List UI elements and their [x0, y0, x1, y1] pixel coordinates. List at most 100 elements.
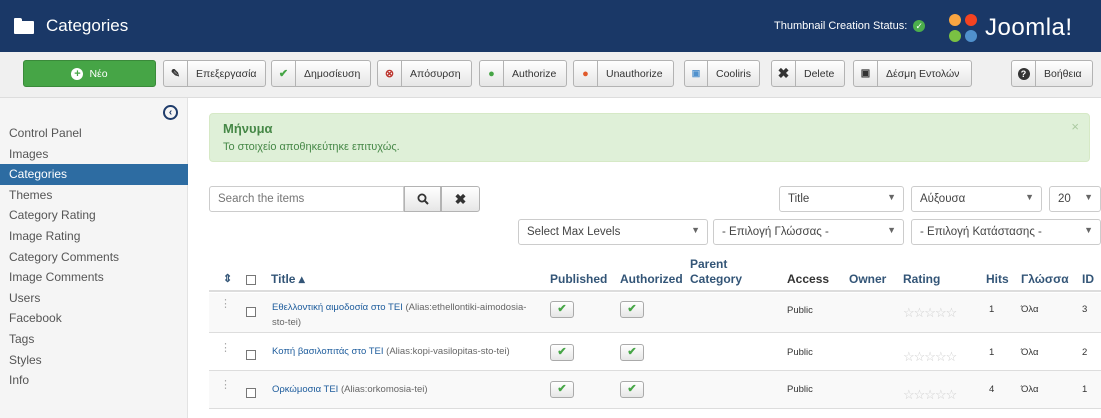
- batch-icon: ▣: [854, 61, 878, 86]
- cooliris-button[interactable]: ▣ Cooliris: [684, 60, 760, 87]
- authorized-toggle[interactable]: ✔: [620, 301, 644, 318]
- sort-direction-value: Αύξουσα: [920, 193, 966, 205]
- alert-heading: Μήνυμα: [223, 121, 273, 136]
- toolbar: + Νέο ✎ Επεξεργασία ✔ Δημοσίευση ⊗ Απόσυ…: [0, 52, 1101, 98]
- sidebar-item-category-rating[interactable]: Category Rating: [0, 205, 188, 226]
- drag-handle-icon[interactable]: ⋮: [220, 297, 231, 310]
- delete-button-label: Delete: [804, 67, 835, 80]
- sort-field-select[interactable]: Title ▼: [779, 186, 904, 212]
- edit-button[interactable]: ✎ Επεξεργασία: [163, 60, 266, 87]
- search-input[interactable]: [209, 186, 404, 212]
- clear-search-button[interactable]: ✖: [441, 186, 480, 212]
- chevron-down-icon: ▼: [1084, 192, 1093, 202]
- column-title[interactable]: Title ▴: [271, 272, 305, 286]
- sidebar: ‹ Control Panel Images Categories Themes…: [0, 98, 188, 418]
- column-published[interactable]: Published: [550, 272, 607, 286]
- column-owner[interactable]: Owner: [849, 272, 886, 286]
- search-button[interactable]: [404, 186, 441, 212]
- check-icon: ✔: [272, 61, 296, 86]
- delete-button[interactable]: ✖ Delete: [771, 60, 845, 87]
- help-button-label: Βοήθεια: [1044, 67, 1082, 80]
- published-toggle[interactable]: ✔: [550, 381, 574, 398]
- row-language: Όλα: [1021, 347, 1039, 358]
- authorize-button[interactable]: ● Authorize: [479, 60, 567, 87]
- publish-button[interactable]: ✔ Δημοσίευση: [271, 60, 371, 87]
- row-hits: 1: [989, 304, 995, 315]
- status-ok-icon: ✓: [913, 20, 926, 32]
- drag-handle-icon[interactable]: ⋮: [220, 341, 231, 354]
- sidebar-item-info[interactable]: Info: [0, 370, 188, 391]
- joomla-logo[interactable]: Joomla!: [946, 11, 1073, 45]
- sidebar-item-image-comments[interactable]: Image Comments: [0, 267, 188, 288]
- row-alias-cont: sto-tei): [272, 317, 302, 328]
- sidebar-item-facebook[interactable]: Facebook: [0, 308, 188, 329]
- unpublish-button[interactable]: ⊗ Απόσυρση: [377, 60, 472, 87]
- table-row: ⋮ Ορκώμοσια ΤΕΙ (Alias:orkomosia-tei) ✔ …: [209, 371, 1101, 409]
- chevron-down-icon: ▼: [1025, 192, 1034, 202]
- table-row: ⋮ Εθελλοντική αιμοδοσία στο ΤΕΙ (Alias:e…: [209, 293, 1101, 333]
- new-button[interactable]: + Νέο: [23, 60, 156, 87]
- column-access[interactable]: Access: [787, 272, 829, 286]
- sidebar-item-categories[interactable]: Categories: [0, 164, 188, 185]
- page-title-text: Categories: [46, 16, 129, 35]
- edit-button-label: Επεξεργασία: [196, 67, 257, 80]
- edit-icon: ✎: [164, 61, 188, 86]
- sidebar-item-category-comments[interactable]: Category Comments: [0, 247, 188, 268]
- language-value: - Επιλογή Γλώσσας -: [722, 226, 829, 238]
- authorized-toggle[interactable]: ✔: [620, 381, 644, 398]
- drag-handle-icon[interactable]: ⋮: [220, 378, 231, 391]
- batch-button-label: Δέσμη Εντολών: [886, 67, 960, 80]
- state-select[interactable]: - Επιλογή Κατάστασης - ▼: [911, 219, 1101, 245]
- sidebar-item-images[interactable]: Images: [0, 144, 188, 165]
- max-levels-value: Select Max Levels: [527, 226, 621, 238]
- row-title-cell: Ορκώμοσια ΤΕΙ (Alias:orkomosia-tei): [272, 384, 532, 395]
- row-checkbox[interactable]: [246, 307, 256, 317]
- row-checkbox[interactable]: [246, 350, 256, 360]
- row-hits: 1: [989, 347, 995, 358]
- chevron-down-icon: ▼: [887, 192, 896, 202]
- published-toggle[interactable]: ✔: [550, 344, 574, 361]
- authorized-toggle[interactable]: ✔: [620, 344, 644, 361]
- ordering-icon[interactable]: ⇕: [223, 272, 232, 285]
- help-icon: ?: [1012, 61, 1036, 86]
- column-parent-line1[interactable]: Parent: [690, 257, 727, 271]
- sidebar-item-image-rating[interactable]: Image Rating: [0, 226, 188, 247]
- row-title-link[interactable]: Ορκώμοσια ΤΕΙ: [272, 384, 338, 395]
- search-icon: [417, 193, 429, 205]
- batch-button[interactable]: ▣ Δέσμη Εντολών: [853, 60, 972, 87]
- row-checkbox[interactable]: [246, 388, 256, 398]
- column-language[interactable]: Γλώσσα: [1021, 272, 1069, 286]
- row-title-link[interactable]: Κοπή βασιλοπιτάς στο ΤΕΙ: [272, 346, 384, 357]
- help-button[interactable]: ? Βοήθεια: [1011, 60, 1093, 87]
- unauthorize-button[interactable]: ● Unauthorize: [573, 60, 674, 87]
- sidebar-item-themes[interactable]: Themes: [0, 185, 188, 206]
- sidebar-item-styles[interactable]: Styles: [0, 350, 188, 371]
- unpublish-icon: ⊗: [378, 61, 402, 86]
- sort-direction-select[interactable]: Αύξουσα ▼: [911, 186, 1042, 212]
- sidebar-item-users[interactable]: Users: [0, 288, 188, 309]
- language-select[interactable]: - Επιλογή Γλώσσας - ▼: [713, 219, 904, 245]
- select-all-checkbox[interactable]: [246, 274, 256, 288]
- close-alert-icon[interactable]: ×: [1071, 119, 1079, 134]
- page-title: Categories: [14, 14, 128, 38]
- column-rating[interactable]: Rating: [903, 272, 940, 286]
- published-toggle[interactable]: ✔: [550, 301, 574, 318]
- sidebar-item-control-panel[interactable]: Control Panel: [0, 123, 188, 144]
- thumbnail-status-label: Thumbnail Creation Status:: [774, 20, 908, 32]
- table-row: ⋮ Κοπή βασιλοπιτάς στο ΤΕΙ (Alias:kopi-v…: [209, 333, 1101, 371]
- sidebar-item-tags[interactable]: Tags: [0, 329, 188, 350]
- max-levels-select[interactable]: Select Max Levels ▼: [518, 219, 708, 245]
- unauthorize-button-label: Unauthorize: [606, 67, 663, 80]
- column-id[interactable]: ID: [1082, 272, 1094, 286]
- collapse-sidebar-icon[interactable]: ‹: [163, 105, 178, 120]
- column-authorized[interactable]: Authorized: [620, 272, 683, 286]
- row-title-link[interactable]: Εθελλοντική αιμοδοσία στο ΤΕΙ: [272, 302, 403, 313]
- row-access: Public: [787, 305, 813, 316]
- list-limit-select[interactable]: 20 ▼: [1049, 186, 1101, 212]
- row-title-cell: Εθελλοντική αιμοδοσία στο ΤΕΙ (Alias:eth…: [272, 300, 532, 330]
- unauthorize-icon: ●: [574, 61, 598, 86]
- rating-stars: ☆☆☆☆☆: [903, 387, 957, 402]
- column-parent-line2[interactable]: Category: [690, 272, 742, 286]
- column-hits[interactable]: Hits: [986, 272, 1009, 286]
- delete-icon: ✖: [772, 61, 796, 86]
